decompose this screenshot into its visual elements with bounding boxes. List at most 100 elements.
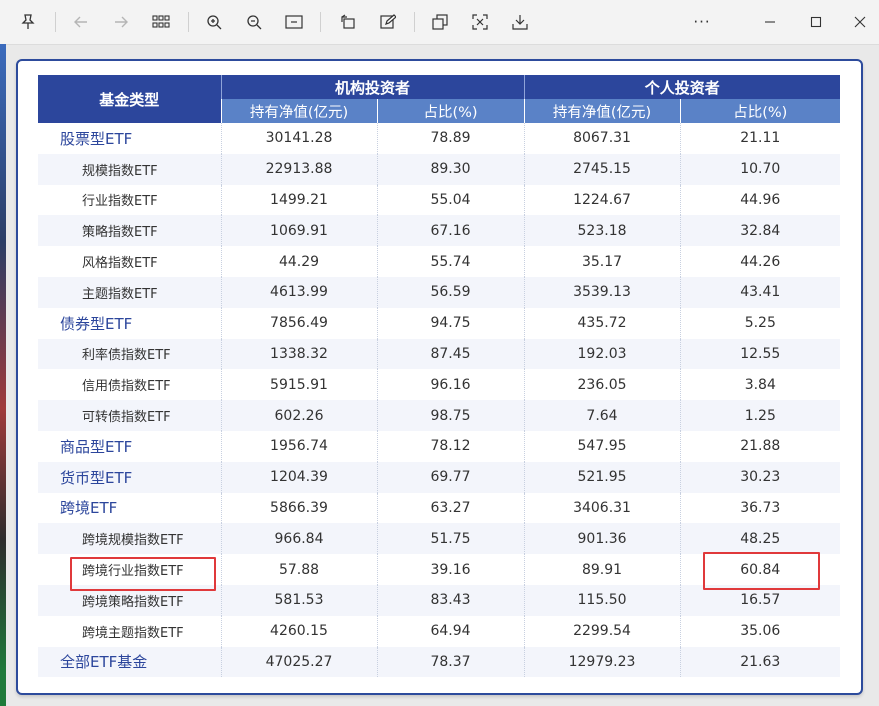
table-row: 跨境规模指数ETF 966.84 51.75 901.36 48.25 (38, 523, 841, 555)
ind-nav-cell: 2299.54 (523, 615, 681, 647)
rotate-icon[interactable] (334, 8, 362, 36)
ind-nav-cell: 8067.31 (523, 123, 681, 154)
inst-nav-cell: 966.84 (220, 523, 377, 555)
inst-nav-cell: 5915.91 (220, 369, 377, 401)
forward-icon[interactable] (107, 8, 135, 36)
inst-pct-cell: 83.43 (376, 584, 525, 616)
header-inst-pct: 占比(%) (376, 99, 525, 123)
row-name: 可转债指数ETF (38, 400, 221, 431)
ind-nav-cell: 115.50 (523, 584, 681, 616)
header-ind-nav: 持有净值(亿元) (523, 99, 681, 123)
fit-icon[interactable] (280, 8, 308, 36)
table-row: 股票型ETF 30141.28 78.89 8067.31 21.11 (38, 123, 841, 154)
highlight-box-pct-value (703, 552, 820, 590)
minimize-icon[interactable] (756, 8, 784, 36)
ind-pct-cell: 21.11 (679, 123, 841, 154)
ind-pct-cell: 3.84 (679, 369, 841, 401)
ind-nav-cell: 2745.15 (523, 153, 681, 185)
ind-nav-cell: 3406.31 (523, 492, 681, 524)
inst-nav-cell: 57.88 (220, 554, 377, 585)
ind-pct-cell: 10.70 (679, 153, 841, 185)
inst-pct-cell: 55.04 (376, 184, 525, 216)
header-institutional: 机构投资者 (220, 75, 525, 99)
row-name: 策略指数ETF (38, 215, 221, 247)
table-row: 行业指数ETF 1499.21 55.04 1224.67 44.96 (38, 184, 841, 216)
back-icon[interactable] (67, 8, 95, 36)
ind-nav-cell: 547.95 (523, 430, 681, 462)
inst-pct-cell: 64.94 (376, 615, 525, 647)
zoom-out-icon[interactable] (240, 8, 268, 36)
ind-nav-cell: 35.17 (523, 246, 681, 277)
close-icon[interactable] (846, 8, 874, 36)
ind-nav-cell: 192.03 (523, 338, 681, 370)
ind-pct-cell: 44.96 (679, 184, 841, 216)
row-name: 跨境ETF (38, 492, 221, 524)
inst-pct-cell: 63.27 (376, 492, 525, 524)
table-row: 主题指数ETF 4613.99 56.59 3539.13 43.41 (38, 276, 841, 308)
inst-pct-cell: 39.16 (376, 554, 525, 585)
inst-nav-cell: 44.29 (220, 246, 377, 277)
row-name: 行业指数ETF (38, 184, 221, 216)
ind-nav-cell: 236.05 (523, 369, 681, 401)
row-name: 信用债指数ETF (38, 369, 221, 401)
ind-nav-cell: 1224.67 (523, 184, 681, 216)
ind-pct-cell: 5.25 (679, 307, 841, 339)
copy-icon[interactable] (426, 8, 454, 36)
more-icon[interactable]: ··· (688, 8, 716, 36)
inst-pct-cell: 69.77 (376, 461, 525, 493)
ind-pct-cell: 48.25 (679, 523, 841, 555)
ind-nav-cell: 521.95 (523, 461, 681, 493)
inst-nav-cell: 4260.15 (220, 615, 377, 647)
inst-nav-cell: 5866.39 (220, 492, 377, 524)
inst-pct-cell: 67.16 (376, 215, 525, 247)
row-name: 主题指数ETF (38, 276, 221, 308)
inst-nav-cell: 581.53 (220, 584, 377, 616)
row-name: 货币型ETF (38, 461, 221, 493)
table-row: 商品型ETF 1956.74 78.12 547.95 21.88 (38, 430, 841, 462)
ind-pct-cell: 36.73 (679, 492, 841, 524)
inst-nav-cell: 1069.91 (220, 215, 377, 247)
ind-pct-cell: 21.88 (679, 430, 841, 462)
image-viewer-toolbar: ··· (0, 0, 879, 45)
table-row: 可转债指数ETF 602.26 98.75 7.64 1.25 (38, 400, 841, 431)
maximize-icon[interactable] (802, 8, 830, 36)
ind-pct-cell: 21.63 (679, 646, 841, 678)
header-individual: 个人投资者 (523, 75, 841, 99)
inst-pct-cell: 78.37 (376, 646, 525, 678)
row-name: 规模指数ETF (38, 153, 221, 185)
ind-pct-cell: 12.55 (679, 338, 841, 370)
inst-pct-cell: 98.75 (376, 400, 525, 431)
ind-nav-cell: 435.72 (523, 307, 681, 339)
grid-icon[interactable] (147, 8, 175, 36)
ind-pct-cell: 1.25 (679, 400, 841, 431)
zoom-in-icon[interactable] (200, 8, 228, 36)
save-icon[interactable] (506, 8, 534, 36)
row-name: 商品型ETF (38, 430, 221, 462)
inst-nav-cell: 30141.28 (220, 123, 377, 154)
row-name: 利率债指数ETF (38, 338, 221, 370)
row-name: 股票型ETF (38, 123, 221, 154)
table-row: 跨境ETF 5866.39 63.27 3406.31 36.73 (38, 492, 841, 524)
table-image-panel: 基金类型 机构投资者 个人投资者 持有净值(亿元) 占比(%) 持有净值(亿元)… (16, 59, 863, 695)
header-category: 基金类型 (38, 75, 221, 123)
inst-nav-cell: 1499.21 (220, 184, 377, 216)
pin-icon[interactable] (14, 8, 42, 36)
ind-nav-cell: 12979.23 (523, 646, 681, 678)
table-row: 信用债指数ETF 5915.91 96.16 236.05 3.84 (38, 369, 841, 401)
table-row: 风格指数ETF 44.29 55.74 35.17 44.26 (38, 246, 841, 277)
edit-icon[interactable] (374, 8, 402, 36)
inst-pct-cell: 78.89 (376, 123, 525, 154)
inst-pct-cell: 96.16 (376, 369, 525, 401)
ind-pct-cell: 32.84 (679, 215, 841, 247)
table-row: 全部ETF基金 47025.27 78.37 12979.23 21.63 (38, 646, 841, 678)
inst-pct-cell: 87.45 (376, 338, 525, 370)
table-row: 规模指数ETF 22913.88 89.30 2745.15 10.70 (38, 153, 841, 185)
row-name: 跨境主题指数ETF (38, 615, 221, 647)
inst-nav-cell: 7856.49 (220, 307, 377, 339)
row-name: 风格指数ETF (38, 246, 221, 277)
inst-nav-cell: 1338.32 (220, 338, 377, 370)
header-inst-nav: 持有净值(亿元) (220, 99, 377, 123)
crop-icon[interactable] (466, 8, 494, 36)
inst-pct-cell: 51.75 (376, 523, 525, 555)
ind-nav-cell: 523.18 (523, 215, 681, 247)
